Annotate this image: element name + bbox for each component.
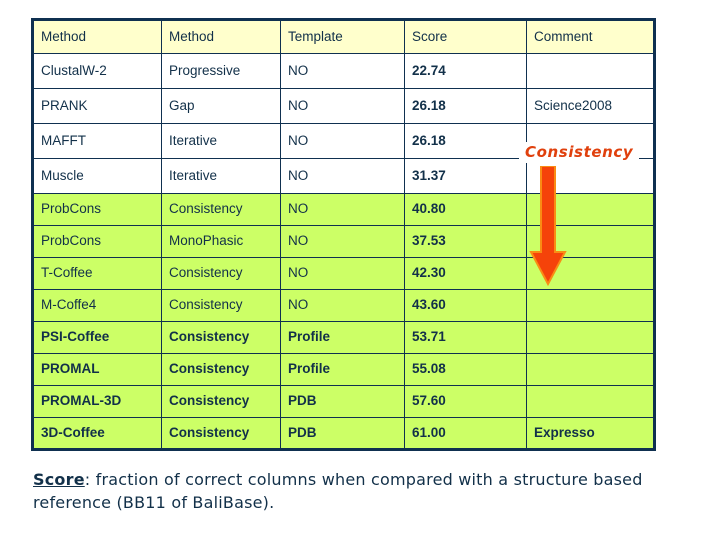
cell-method-1: 3D-Coffee <box>32 417 162 450</box>
table-row: ProbCons Consistency NO 40.80 <box>32 193 655 226</box>
cell-method-1: PSI-Coffee <box>32 321 162 354</box>
cell-score: 57.60 <box>404 385 527 418</box>
cell-method-1: Muscle <box>32 158 162 194</box>
cell-comment <box>526 353 655 386</box>
column-header-score: Score <box>404 19 527 54</box>
cell-method-2: Consistency <box>161 289 281 322</box>
cell-method-1: ProbCons <box>32 225 162 258</box>
cell-method-1: ProbCons <box>32 193 162 226</box>
cell-method-1: PROMAL <box>32 353 162 386</box>
cell-template: NO <box>280 225 405 258</box>
cell-method-2: Consistency <box>161 417 281 450</box>
cell-score: 42.30 <box>404 257 527 290</box>
cell-comment <box>526 321 655 354</box>
cell-method-2: Consistency <box>161 385 281 418</box>
cell-score: 43.60 <box>404 289 527 322</box>
caption-term: Score <box>33 470 85 489</box>
table-row: PSI-Coffee Consistency Profile 53.71 <box>32 321 655 354</box>
cell-method-2: MonoPhasic <box>161 225 281 258</box>
cell-comment: Expresso <box>526 417 655 450</box>
table-row: M-Coffe4 Consistency NO 43.60 <box>32 289 655 322</box>
cell-method-1: PROMAL-3D <box>32 385 162 418</box>
cell-score: 26.18 <box>404 123 527 159</box>
table-row: ClustalW-2 Progressive NO 22.74 <box>32 53 655 89</box>
cell-score: 37.53 <box>404 225 527 258</box>
table-header-row: Method Method Template Score Comment <box>32 19 655 54</box>
cell-template: NO <box>280 193 405 226</box>
results-table-container: Method Method Template Score Comment Clu… <box>31 18 656 451</box>
table-row: PROMAL-3D Consistency PDB 57.60 <box>32 385 655 418</box>
cell-comment <box>526 158 655 194</box>
cell-template: PDB <box>280 385 405 418</box>
cell-method-2: Iterative <box>161 123 281 159</box>
cell-score: 22.74 <box>404 53 527 89</box>
cell-method-2: Consistency <box>161 257 281 290</box>
cell-method-1: M-Coffe4 <box>32 289 162 322</box>
caption: Score: fraction of correct columns when … <box>33 468 653 514</box>
table-header: Method Method Template Score Comment <box>32 19 655 54</box>
column-header-template: Template <box>280 19 405 54</box>
cell-method-2: Consistency <box>161 193 281 226</box>
cell-template: NO <box>280 289 405 322</box>
cell-method-2: Progressive <box>161 53 281 89</box>
column-header-comment: Comment <box>526 19 655 54</box>
table-row: PRANK Gap NO 26.18 Science2008 <box>32 88 655 124</box>
cell-method-2: Consistency <box>161 353 281 386</box>
cell-method-2: Iterative <box>161 158 281 194</box>
cell-score: 31.37 <box>404 158 527 194</box>
cell-comment <box>526 289 655 322</box>
cell-template: Profile <box>280 321 405 354</box>
table-row: T-Coffee Consistency NO 42.30 <box>32 257 655 290</box>
cell-comment <box>526 53 655 89</box>
table-body: ClustalW-2 Progressive NO 22.74 PRANK Gap NO 26… <box>32 53 655 450</box>
cell-method-2: Consistency <box>161 321 281 354</box>
cell-template: NO <box>280 53 405 89</box>
cell-comment <box>526 225 655 258</box>
table-row: ProbCons MonoPhasic NO 37.53 <box>32 225 655 258</box>
cell-template: PDB <box>280 417 405 450</box>
cell-method-1: ClustalW-2 <box>32 53 162 89</box>
table-row: MAFFT Iterative NO 26.18 <box>32 123 655 159</box>
cell-template: NO <box>280 123 405 159</box>
cell-method-1: T-Coffee <box>32 257 162 290</box>
cell-method-1: PRANK <box>32 88 162 124</box>
table-row: Muscle Iterative NO 31.37 <box>32 158 655 194</box>
cell-comment <box>526 385 655 418</box>
cell-score: 55.08 <box>404 353 527 386</box>
cell-method-1: MAFFT <box>32 123 162 159</box>
alignment-methods-table: Method Method Template Score Comment Clu… <box>31 18 656 451</box>
column-header-method-2: Method <box>161 19 281 54</box>
cell-comment: Science2008 <box>526 88 655 124</box>
cell-score: 53.71 <box>404 321 527 354</box>
cell-comment <box>526 123 655 159</box>
cell-comment <box>526 257 655 290</box>
cell-template: NO <box>280 88 405 124</box>
cell-method-2: Gap <box>161 88 281 124</box>
cell-score: 40.80 <box>404 193 527 226</box>
cell-score: 26.18 <box>404 88 527 124</box>
cell-comment <box>526 193 655 226</box>
table-row: PROMAL Consistency Profile 55.08 <box>32 353 655 386</box>
slide-canvas: Method Method Template Score Comment Clu… <box>0 0 720 540</box>
column-header-method-1: Method <box>32 19 162 54</box>
cell-template: NO <box>280 158 405 194</box>
cell-template: NO <box>280 257 405 290</box>
cell-template: Profile <box>280 353 405 386</box>
caption-text: fraction of correct columns when compare… <box>33 470 643 513</box>
cell-score: 61.00 <box>404 417 527 450</box>
table-row: 3D-Coffee Consistency PDB 61.00 Expresso <box>32 417 655 450</box>
